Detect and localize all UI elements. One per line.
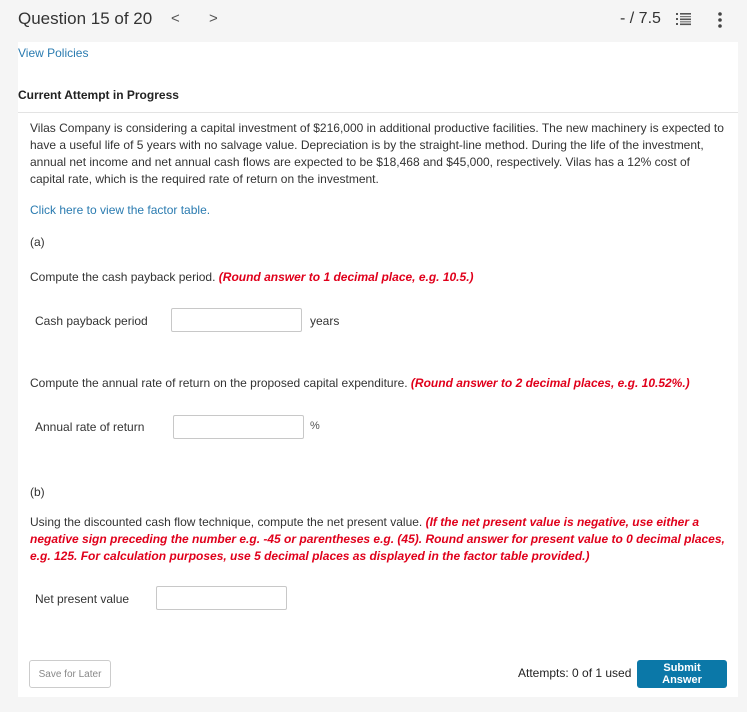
factor-table-link[interactable]: Click here to view the factor table. [30,203,210,217]
score-display: - / 7.5 [620,10,661,27]
annual-rate-input[interactable] [173,415,304,439]
next-question-button[interactable]: > [209,10,218,27]
view-policies-link[interactable]: View Policies [18,46,88,60]
question-2-instruction: (Round answer to 2 decimal places, e.g. … [410,376,690,390]
attempts-counter: Attempts: 0 of 1 used [518,666,632,680]
annual-rate-label: Annual rate of return [35,420,145,434]
attempt-heading: Current Attempt in Progress [18,88,179,102]
save-for-later-button[interactable]: Save for Later [29,660,111,688]
cash-payback-input[interactable] [171,308,302,332]
npv-label: Net present value [35,592,130,606]
part-a-question-1: Compute the cash payback period. (Round … [30,270,730,284]
numbered-list-icon[interactable] [676,12,691,26]
cash-payback-label: Cash payback period [35,314,148,328]
part-a-question-2: Compute the annual rate of return on the… [30,376,730,390]
npv-input[interactable] [156,586,287,610]
question-1-text: Compute the cash payback period. [30,270,219,284]
more-vertical-icon[interactable] [717,11,723,29]
question-2-text: Compute the annual rate of return on the… [30,376,411,390]
submit-answer-button[interactable]: Submit Answer [637,660,727,688]
question-body: Vilas Company is considering a capital i… [30,120,726,188]
part-b-text: Using the discounted cash flow technique… [30,515,426,529]
question-header: Question 15 of 20 < > - / 7.5 [0,0,747,42]
part-b-label: (b) [30,485,45,499]
annual-rate-unit: % [310,420,320,432]
previous-question-button[interactable]: < [171,10,180,27]
question-panel: View Policies Current Attempt in Progres… [18,42,738,697]
part-b-question: Using the discounted cash flow technique… [30,514,730,565]
problem-text: Vilas Company is considering a capital i… [30,121,724,186]
part-a-label: (a) [30,235,45,249]
question-1-instruction: (Round answer to 1 decimal place, e.g. 1… [218,270,474,284]
cash-payback-unit: years [310,314,340,328]
divider [18,112,738,113]
question-title: Question 15 of 20 [18,9,153,28]
